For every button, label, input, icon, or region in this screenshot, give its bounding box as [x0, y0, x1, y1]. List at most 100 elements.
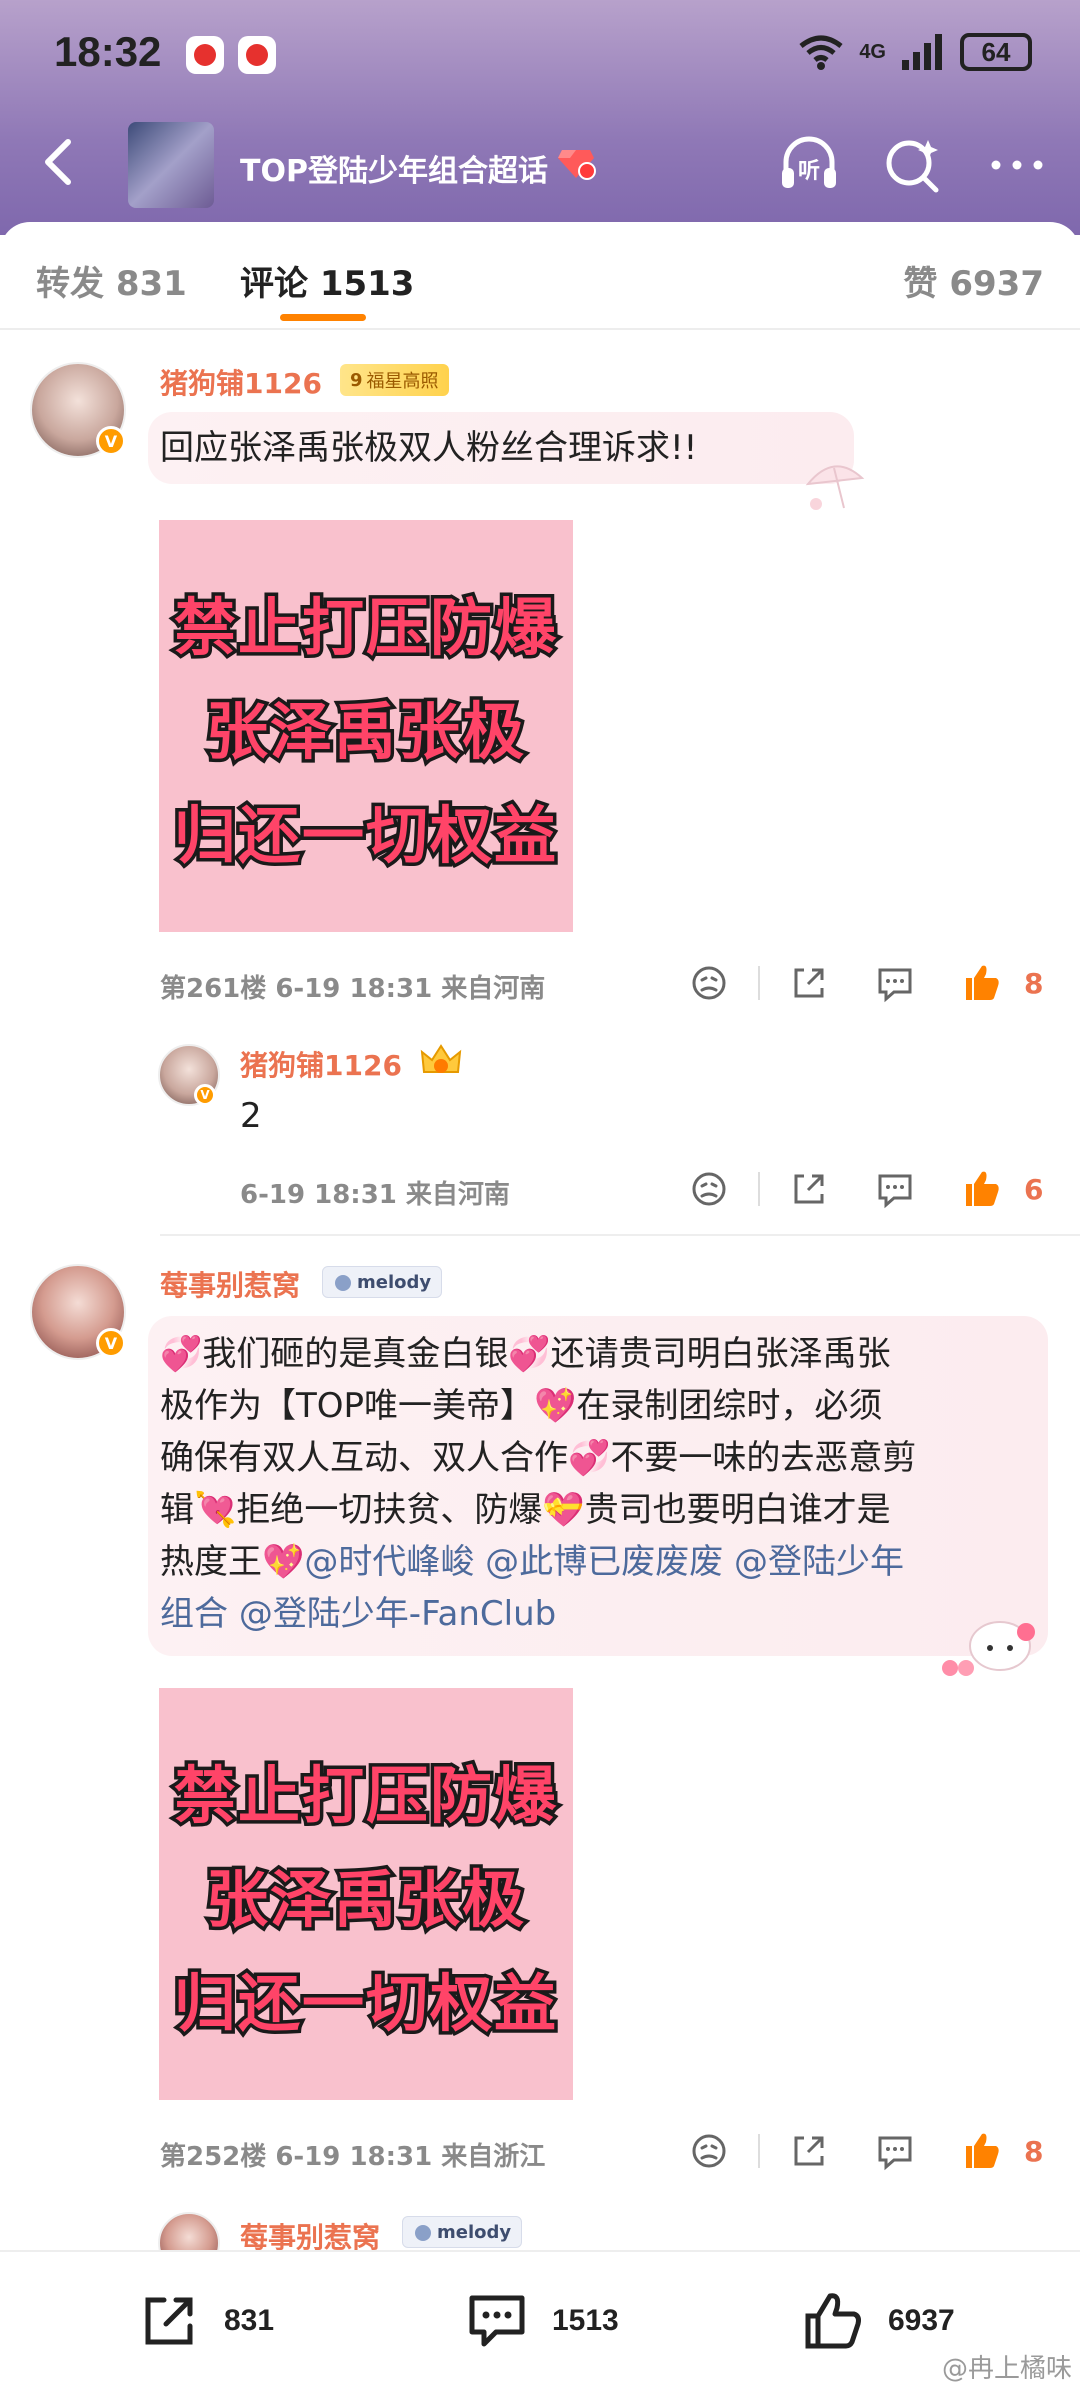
comment-username[interactable]: 莓事别惹窝 [160, 1264, 300, 1304]
supertopic-thumbnail[interactable] [128, 122, 214, 208]
comment-line: 💞我们砸的是真金白银💞还请贵司明白张泽禹张 [160, 1334, 891, 1374]
hello-kitty-decoration-icon [942, 1621, 1035, 1676]
image-text-line: 归还一切权益 [170, 796, 559, 876]
tab-likes[interactable]: 赞 6937 [904, 256, 1044, 305]
gem-icon [558, 150, 596, 180]
dislike-face-icon[interactable] [684, 1164, 734, 1214]
like-count: 8 [1024, 2134, 1044, 2168]
reply-icon[interactable] [870, 958, 920, 1008]
melody-badge-icon [335, 1275, 351, 1291]
comment-actions: 8 [684, 958, 1043, 1008]
weibo-notification-icon [186, 36, 224, 74]
comment-actions: 8 [684, 2126, 1043, 2176]
share-icon[interactable] [784, 2126, 834, 2176]
mention-link[interactable]: @时代峰峻 [304, 1542, 474, 1582]
fan-level: 9 [350, 369, 363, 391]
battery-indicator: 64 [960, 33, 1032, 71]
reply-icon[interactable] [870, 1164, 920, 1214]
comment-meta: 第252楼 6-19 18:31 来自浙江 [160, 2142, 546, 2172]
comment-text[interactable]: 回应张泽禹张极双人粉丝合理诉求!! [160, 422, 697, 474]
reply-text[interactable]: 2 [240, 1090, 262, 1142]
reply-actions: 6 [684, 1164, 1043, 1214]
comment-line: 辑💘拒绝一切扶贫、防爆💝贵司也要明白谁才是 [160, 1490, 891, 1530]
comment-button[interactable]: 1513 [464, 2288, 619, 2354]
weibo-notification-icon [238, 36, 276, 74]
melody-badge-icon [415, 2225, 431, 2241]
comment-text[interactable]: 💞我们砸的是真金白银💞还请贵司明白张泽禹张 极作为【TOP唯一美帝】💖在录制团综… [160, 1328, 1030, 1640]
crown-badge-icon [420, 1044, 462, 1073]
share-icon[interactable] [784, 958, 834, 1008]
action-separator [758, 966, 760, 1000]
image-text-line: 禁止打压防爆 [170, 588, 559, 668]
like-count: 8 [1024, 966, 1044, 1000]
reply-icon[interactable] [870, 2126, 920, 2176]
verified-badge-icon: V [194, 1084, 216, 1106]
image-text-line: 归还一切权益 [170, 1964, 559, 2044]
status-bar: 18:32 4G 64 [0, 0, 1080, 110]
comment-line: 极作为【TOP唯一美帝】💖在录制团综时，必须 [160, 1386, 883, 1426]
comment-count: 1513 [552, 2304, 619, 2337]
comment-icon [469, 2295, 525, 2347]
comment-line: 热度王💖@时代峰峻 @此博已废废废 @登陆少年 [160, 1536, 1030, 1588]
comment-image[interactable]: 禁止打压防爆 张泽禹张极 归还一切权益 [159, 520, 573, 932]
back-button[interactable] [30, 132, 90, 192]
search-icon[interactable] [880, 132, 946, 198]
active-tab-indicator [280, 314, 366, 321]
tab-repost[interactable]: 转发 831 [36, 256, 187, 305]
comment-line: 组合 @登陆少年-FanClub [160, 1588, 1030, 1640]
fan-badge[interactable]: melody [322, 1266, 443, 1298]
dislike-face-icon[interactable] [684, 958, 734, 1008]
share-icon[interactable] [784, 1164, 834, 1214]
dislike-face-icon[interactable] [684, 2126, 734, 2176]
bottom-action-bar: 831 1513 6937 @冉上橘味 [0, 2250, 1080, 2388]
nav-bar: TOP登陆少年组合超话 听 [0, 110, 1080, 220]
repost-count: 831 [224, 2304, 275, 2337]
repost-button[interactable]: 831 [136, 2288, 274, 2354]
fan-badge-label: 福星高照 [366, 371, 439, 392]
like-outline-icon [805, 2293, 861, 2349]
tab-comments[interactable]: 评论 1513 [240, 256, 414, 305]
page-title[interactable]: TOP登陆少年组合超话 [240, 146, 548, 190]
image-text-line: 张泽禹张极 [202, 692, 527, 772]
fan-badge-label: melody [357, 1271, 432, 1293]
verified-badge-icon: V [96, 1328, 126, 1358]
like-icon[interactable] [956, 2126, 1006, 2176]
status-time: 18:32 [54, 28, 162, 75]
verified-badge-icon: V [96, 426, 126, 456]
like-button[interactable]: 6937 [800, 2288, 955, 2354]
like-icon[interactable] [956, 1164, 1006, 1214]
reply-meta: 6-19 18:31 来自河南 [240, 1180, 510, 1210]
svg-text:听: 听 [798, 159, 820, 184]
watermark: @冉上橘味 [941, 2354, 1072, 2384]
more-icon[interactable] [984, 132, 1050, 198]
tab-bar: 转发 831 评论 1513 赞 6937 [0, 222, 1080, 330]
comments-sheet: 转发 831 评论 1513 赞 6937 V 猪狗铺1126 9 福星高照 回… [0, 222, 1080, 2388]
comment-username[interactable]: 猪狗铺1126 [160, 362, 322, 402]
action-separator [758, 1172, 760, 1206]
mention-link[interactable]: @登陆少年 [734, 1542, 904, 1582]
network-type: 4G [859, 40, 886, 63]
header-background: 18:32 4G 64 TOP登陆少年组合超话 听 [0, 0, 1080, 235]
image-text-line: 张泽禹张极 [202, 1860, 527, 1940]
mention-link[interactable]: @登陆少年-FanClub [239, 1594, 556, 1634]
mention-link[interactable]: 组合 [160, 1594, 228, 1634]
wifi-icon [799, 35, 843, 70]
comment-meta: 第261楼 6-19 18:31 来自河南 [160, 974, 546, 1004]
like-count: 6 [1024, 1172, 1044, 1206]
comment-line: 确保有双人互动、双人合作💞不要一味的去恶意剪 [160, 1438, 917, 1478]
fan-badge[interactable]: 9 福星高照 [340, 364, 449, 396]
action-separator [758, 2134, 760, 2168]
like-icon[interactable] [956, 958, 1006, 1008]
listen-icon[interactable]: 听 [776, 132, 842, 198]
fan-badge-label: melody [437, 2221, 512, 2243]
reply-username[interactable]: 猪狗铺1126 [240, 1044, 402, 1084]
comment-image[interactable]: 禁止打压防爆 张泽禹张极 归还一切权益 [159, 1688, 573, 2100]
signal-icon [902, 34, 942, 70]
fan-badge[interactable]: melody [402, 2216, 523, 2248]
image-text-line: 禁止打压防爆 [170, 1756, 559, 1836]
comment-text-fragment: 热度王💖 [160, 1542, 305, 1582]
comment-divider [160, 1234, 1080, 1236]
like-count: 6937 [888, 2304, 955, 2337]
umbrella-decoration-icon [805, 465, 865, 510]
mention-link[interactable]: @此博已废废废 [485, 1542, 723, 1582]
